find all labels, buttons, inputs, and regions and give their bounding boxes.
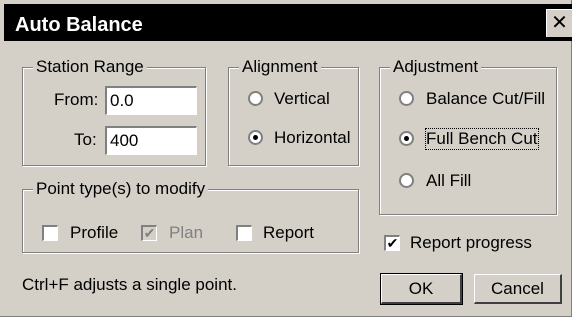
from-label: From: (54, 90, 99, 109)
alignment-legend: Alignment (239, 57, 321, 77)
to-label: To: (74, 130, 97, 149)
report-checkbox[interactable] (236, 225, 252, 241)
profile-checkbox[interactable] (42, 225, 58, 241)
auto-balance-dialog: Auto Balance ✕ Station Range From: 0.0 T… (0, 0, 572, 317)
horizontal-radio[interactable] (248, 130, 263, 145)
plan-checkbox: ✔ (141, 225, 157, 241)
horizontal-label[interactable]: Horizontal (274, 128, 351, 148)
cancel-button[interactable]: Cancel (474, 274, 562, 304)
hint-text: Ctrl+F adjusts a single point. (22, 275, 237, 294)
balance-cut-fill-radio[interactable] (399, 91, 414, 106)
point-types-group: Point type(s) to modify (22, 179, 359, 253)
station-range-legend: Station Range (33, 57, 147, 77)
full-bench-cut-label[interactable]: Full Bench Cut (425, 128, 539, 150)
all-fill-label[interactable]: All Fill (426, 171, 471, 191)
balance-cut-fill-label[interactable]: Balance Cut/Fill (426, 89, 545, 109)
vertical-label[interactable]: Vertical (274, 89, 330, 109)
close-icon[interactable]: ✕ (546, 9, 572, 37)
adjustment-legend: Adjustment (390, 57, 482, 77)
radio-selected-dot (404, 136, 409, 141)
profile-label[interactable]: Profile (70, 223, 118, 243)
full-bench-cut-radio[interactable] (399, 131, 414, 146)
from-input[interactable]: 0.0 (105, 86, 197, 115)
radio-selected-dot (253, 135, 258, 140)
ok-button[interactable]: OK (380, 273, 463, 305)
report-progress-checkbox[interactable]: ✔ (384, 235, 400, 251)
vertical-radio[interactable] (248, 91, 263, 106)
report-label[interactable]: Report (263, 223, 314, 243)
report-progress-label[interactable]: Report progress (410, 233, 532, 253)
title-bar: Auto Balance ✕ (4, 4, 572, 41)
point-types-legend: Point type(s) to modify (33, 179, 209, 199)
alignment-group: Alignment (228, 57, 359, 166)
dialog-title: Auto Balance (15, 14, 143, 36)
all-fill-radio[interactable] (399, 173, 414, 188)
to-input[interactable]: 400 (105, 126, 197, 155)
plan-label: Plan (169, 223, 204, 242)
